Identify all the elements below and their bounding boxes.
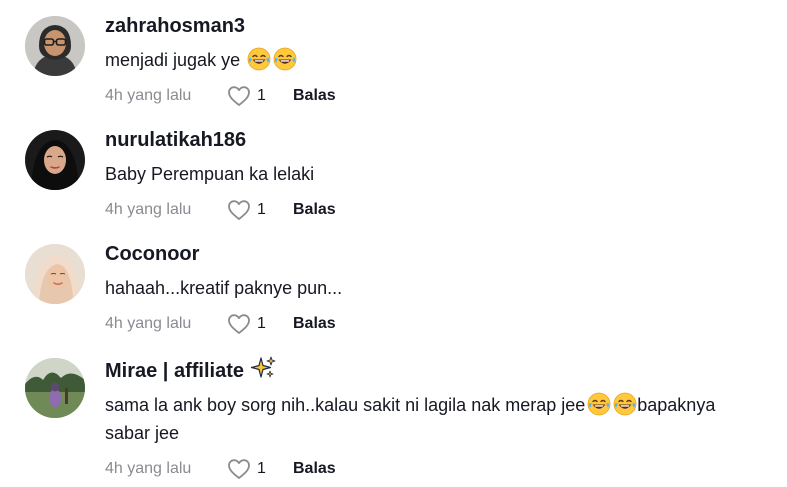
comment-content: Coconoor hahaah...kreatif paknye pun... … xyxy=(105,242,767,336)
comment-username[interactable]: Coconoor xyxy=(105,242,767,266)
comment-timestamp: 4h yang lalu xyxy=(105,315,192,332)
comment-list: zahrahosman3 menjadi jugak ye 4h yang la… xyxy=(0,0,787,487)
comment-text: menjadi jugak ye xyxy=(105,46,767,74)
like-count: 1 xyxy=(257,201,266,218)
comment-text-body: menjadi jugak ye xyxy=(105,50,246,70)
like-count: 1 xyxy=(257,460,266,477)
comment-username[interactable]: nurulatikah186 xyxy=(105,128,767,152)
reply-button[interactable]: Balas xyxy=(293,315,336,333)
heart-outline-icon xyxy=(228,314,250,334)
comment-timestamp: 4h yang lalu xyxy=(105,87,192,104)
comment-timestamp: 4h yang lalu xyxy=(105,201,192,218)
comment-item: nurulatikah186 Baby Perempuan ka lelaki … xyxy=(0,128,787,228)
avatar[interactable] xyxy=(25,16,85,76)
comment-item: Mirae | affiliate sama la ank boy sorg n… xyxy=(0,356,787,486)
comment-text: Baby Perempuan ka lelaki xyxy=(105,164,315,184)
comment-username-text: Mirae | affiliate xyxy=(105,360,244,382)
sparkles-icon xyxy=(250,356,276,378)
avatar-woman-light-hijab-icon xyxy=(25,244,85,304)
avatar[interactable] xyxy=(25,358,85,418)
comment-meta: 4h yang lalu 1 Balas xyxy=(105,84,767,108)
comment-timestamp: 4h yang lalu xyxy=(105,460,192,477)
laughing-tears-emoji-icon xyxy=(273,47,297,71)
avatar-woman-glasses-icon xyxy=(25,16,85,76)
avatar[interactable] xyxy=(25,130,85,190)
avatar[interactable] xyxy=(25,244,85,304)
laughing-tears-emoji-icon xyxy=(247,47,271,71)
comment-content: zahrahosman3 menjadi jugak ye 4h yang la… xyxy=(105,14,767,108)
like-count: 1 xyxy=(257,87,266,104)
like-button[interactable]: 1 xyxy=(227,313,293,335)
comment-meta: 4h yang lalu 1 Balas xyxy=(105,312,767,336)
heart-outline-icon xyxy=(228,459,250,479)
comment-text: hahaah...kreatif paknye pun... xyxy=(105,278,343,298)
like-button[interactable]: 1 xyxy=(227,85,293,107)
comment-meta: 4h yang lalu 1 Balas xyxy=(105,457,767,481)
heart-outline-icon xyxy=(228,86,250,106)
comment-item: zahrahosman3 menjadi jugak ye 4h yang la… xyxy=(0,14,787,114)
comment-content: nurulatikah186 Baby Perempuan ka lelaki … xyxy=(105,128,767,222)
avatar-outdoor-park-icon xyxy=(25,358,85,418)
reply-button[interactable]: Balas xyxy=(293,460,336,478)
heart-outline-icon xyxy=(228,200,250,220)
reply-button[interactable]: Balas xyxy=(293,87,336,105)
comment-text-line2: sabar jee xyxy=(105,423,180,443)
comment-username[interactable]: zahrahosman3 xyxy=(105,14,767,38)
comment-text: sama la ank boy sorg nih..kalau sakit ni… xyxy=(105,391,767,447)
comment-content: Mirae | affiliate sama la ank boy sorg n… xyxy=(105,356,767,481)
comment-text-body: sama la ank boy sorg nih..kalau sakit ni… xyxy=(105,395,586,415)
comment-text-tail: bapaknya xyxy=(637,395,716,415)
like-count: 1 xyxy=(257,315,266,332)
comment-item: Coconoor hahaah...kreatif paknye pun... … xyxy=(0,242,787,342)
laughing-tears-emoji-icon xyxy=(587,392,611,416)
laughing-tears-emoji-icon xyxy=(613,392,637,416)
like-button[interactable]: 1 xyxy=(227,199,293,221)
reply-button[interactable]: Balas xyxy=(293,201,336,219)
comment-username[interactable]: Mirae | affiliate xyxy=(105,356,767,383)
avatar-woman-dark-hijab-icon xyxy=(25,130,85,190)
comment-meta: 4h yang lalu 1 Balas xyxy=(105,198,767,222)
like-button[interactable]: 1 xyxy=(227,458,293,480)
